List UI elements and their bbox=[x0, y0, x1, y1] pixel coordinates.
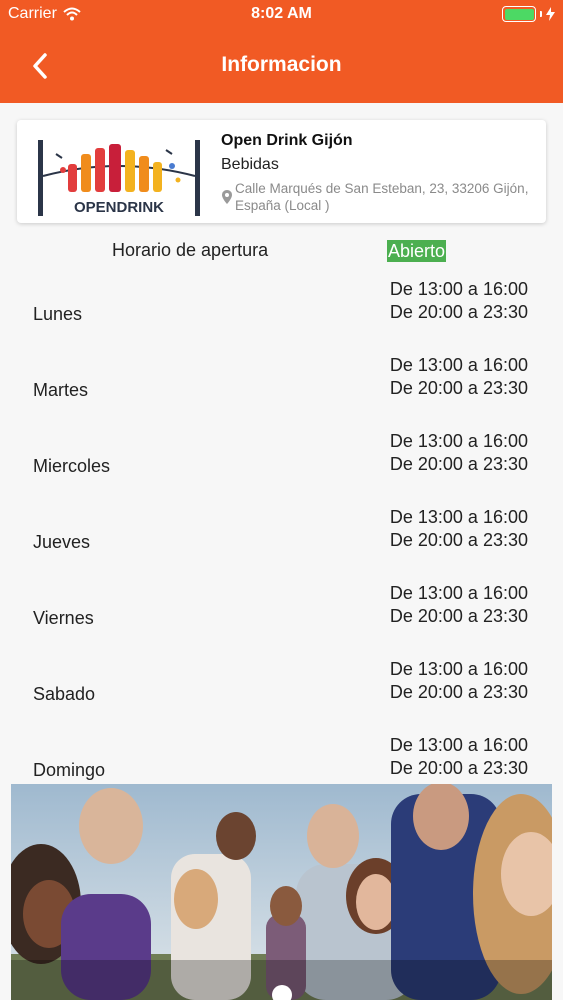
day-row: Lunes De 13:00 a 16:00 De 20:00 a 23:30 bbox=[0, 279, 563, 358]
hours-slot-1: De 13:00 a 16:00 bbox=[389, 279, 528, 299]
hours-slot-2: De 20:00 a 23:30 bbox=[389, 454, 528, 474]
day-name: Domingo bbox=[33, 760, 106, 780]
day-hours: De 13:00 a 16:00 De 20:00 a 23:30 bbox=[390, 582, 528, 628]
status-right bbox=[502, 6, 555, 22]
promo-photo bbox=[11, 784, 552, 1000]
hours-slot-1: De 13:00 a 16:00 bbox=[389, 583, 528, 603]
store-card[interactable]: OPENDRINK Open Drink Gijón Bebidas Calle… bbox=[17, 120, 546, 223]
hours-slot-2: De 20:00 a 23:30 bbox=[389, 682, 528, 702]
day-hours: De 13:00 a 16:00 De 20:00 a 23:30 bbox=[390, 506, 528, 552]
hours-slot-2: De 20:00 a 23:30 bbox=[389, 530, 528, 550]
day-row: Martes De 13:00 a 16:00 De 20:00 a 23:30 bbox=[0, 355, 563, 434]
hours-slot-2: De 20:00 a 23:30 bbox=[389, 758, 528, 778]
hours-slot-1: De 13:00 a 16:00 bbox=[389, 735, 528, 755]
store-logo: OPENDRINK bbox=[38, 140, 200, 216]
bolt-icon bbox=[546, 7, 555, 21]
day-name: Jueves bbox=[33, 532, 91, 552]
status-badge: Abierto bbox=[387, 240, 447, 262]
day-name: Lunes bbox=[33, 304, 83, 324]
day-hours: De 13:00 a 16:00 De 20:00 a 23:30 bbox=[390, 354, 528, 400]
status-bar: Carrier 8:02 AM bbox=[0, 0, 563, 28]
hours-slot-1: De 13:00 a 16:00 bbox=[389, 431, 528, 451]
day-hours: De 13:00 a 16:00 De 20:00 a 23:30 bbox=[390, 278, 528, 324]
day-row: Sabado De 13:00 a 16:00 De 20:00 a 23:30 bbox=[0, 659, 563, 738]
hours-slot-2: De 20:00 a 23:30 bbox=[389, 302, 528, 322]
hours-slot-1: De 13:00 a 16:00 bbox=[389, 355, 528, 375]
day-hours: De 13:00 a 16:00 De 20:00 a 23:30 bbox=[390, 430, 528, 476]
hours-slot-1: De 13:00 a 16:00 bbox=[389, 507, 528, 527]
navigation-bar: Informacion bbox=[0, 28, 563, 103]
store-category: Bebidas bbox=[221, 156, 279, 173]
day-name: Miercoles bbox=[33, 456, 111, 476]
day-name: Martes bbox=[33, 380, 89, 400]
day-row: Jueves De 13:00 a 16:00 De 20:00 a 23:30 bbox=[0, 507, 563, 586]
hours-slot-1: De 13:00 a 16:00 bbox=[389, 659, 528, 679]
status-time: 8:02 AM bbox=[251, 5, 312, 22]
hours-title: Horario de apertura bbox=[112, 240, 269, 260]
location-pin-icon bbox=[222, 190, 232, 204]
carousel-page-indicator[interactable] bbox=[272, 985, 292, 1000]
day-name: Viernes bbox=[33, 608, 94, 628]
hours-slot-2: De 20:00 a 23:30 bbox=[389, 606, 528, 626]
day-row: Miercoles De 13:00 a 16:00 De 20:00 a 23… bbox=[0, 431, 563, 510]
day-row: Viernes De 13:00 a 16:00 De 20:00 a 23:3… bbox=[0, 583, 563, 662]
day-hours: De 13:00 a 16:00 De 20:00 a 23:30 bbox=[390, 658, 528, 704]
page-title: Informacion bbox=[221, 53, 342, 76]
day-name: Sabado bbox=[33, 684, 96, 704]
battery-icon bbox=[502, 6, 536, 22]
day-hours: De 13:00 a 16:00 De 20:00 a 23:30 bbox=[390, 734, 528, 780]
battery-tip bbox=[540, 11, 542, 17]
store-name: Open Drink Gijón bbox=[221, 132, 353, 149]
hours-slot-2: De 20:00 a 23:30 bbox=[389, 378, 528, 398]
store-address: Calle Marqués de San Esteban, 23, 33206 … bbox=[235, 181, 529, 213]
logo-wordmark: OPENDRINK bbox=[74, 199, 164, 216]
photo-carousel[interactable] bbox=[11, 784, 552, 1000]
